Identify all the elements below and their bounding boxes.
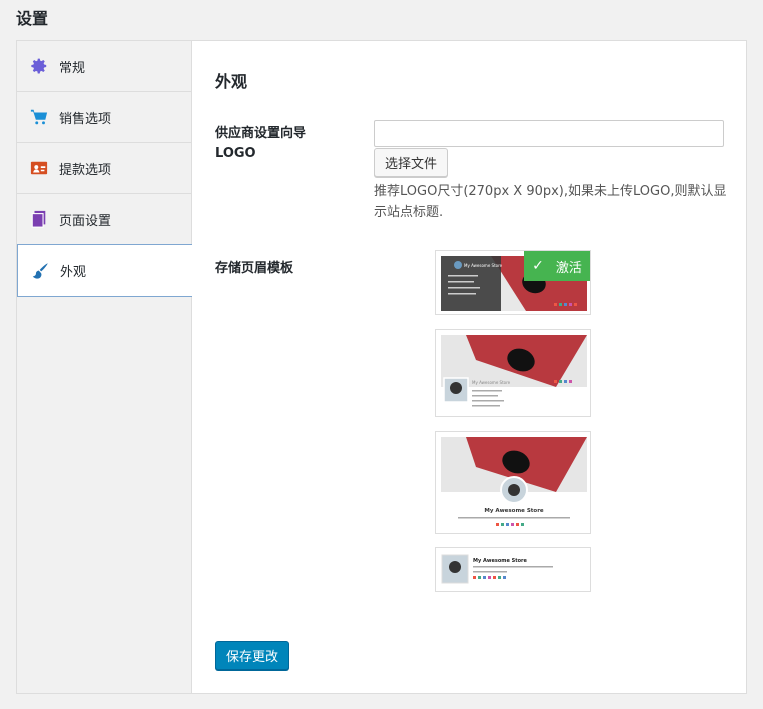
store-header-template-1[interactable]: My Awesome Store ✓ 激活: [435, 250, 591, 315]
cart-icon: [30, 108, 48, 126]
sidebar-item-label: 销售选项: [59, 111, 112, 127]
store-header-template-4[interactable]: My Awesome Store: [435, 547, 591, 592]
store-header-template-label: 存储页眉模板: [215, 261, 294, 276]
sidebar-item-label: 外观: [60, 265, 87, 280]
pages-icon: [30, 210, 48, 228]
template-1-store-name: My Awesome Store: [464, 263, 503, 268]
appearance-content: 外观 供应商设置向导LOGO 选择文件 推荐LOGO尺寸(270px X 90p…: [193, 41, 746, 693]
save-changes-button[interactable]: 保存更改: [215, 641, 290, 670]
sidebar-item-label: 提款选项: [59, 162, 112, 178]
sidebar-item-label: 页面设置: [59, 213, 112, 229]
active-badge-label: 激活: [555, 260, 582, 276]
vendor-logo-url-input[interactable]: [374, 120, 724, 147]
template-2-preview: My Awesome Store: [441, 335, 587, 407]
vendor-logo-label: 供应商设置向导LOGO: [215, 126, 307, 161]
paint-brush-icon: [31, 262, 49, 280]
template-2-store-name: My Awesome Store: [472, 380, 511, 385]
template-4-preview: My Awesome Store: [441, 554, 553, 584]
settings-sidebar: 常规 销售选项 提款选项 页面设置 外观: [17, 41, 192, 693]
sidebar-item-withdraw-options[interactable]: 提款选项: [17, 143, 191, 194]
template-4-store-name: My Awesome Store: [473, 558, 528, 564]
store-header-template-2[interactable]: My Awesome Store: [435, 329, 591, 417]
choose-file-button[interactable]: 选择文件: [374, 148, 449, 177]
template-3-preview: My Awesome Store: [441, 437, 587, 526]
sidebar-item-general[interactable]: 常规: [17, 41, 191, 92]
check-icon: ✓: [532, 258, 544, 274]
sidebar-item-label: 常规: [59, 60, 86, 76]
sidebar-item-page-settings[interactable]: 页面设置: [17, 194, 191, 245]
sidebar-item-selling-options[interactable]: 销售选项: [17, 92, 191, 143]
settings-panel: 常规 销售选项 提款选项 页面设置 外观 外观 供应商设置向导LOGO 选择文件…: [16, 40, 747, 694]
logo-size-hint: 推荐LOGO尺寸(270px X 90px),如果未上传LOGO,则默认显示站点…: [374, 184, 727, 220]
page-title: 设置: [16, 9, 49, 28]
template-3-store-name: My Awesome Store: [484, 508, 544, 514]
withdraw-icon: [30, 159, 48, 177]
gear-icon: [30, 57, 48, 75]
active-badge: ✓ 激活: [524, 251, 590, 281]
store-header-template-3[interactable]: My Awesome Store: [435, 431, 591, 534]
sidebar-item-appearance[interactable]: 外观: [17, 244, 192, 297]
section-title: 外观: [215, 72, 248, 91]
